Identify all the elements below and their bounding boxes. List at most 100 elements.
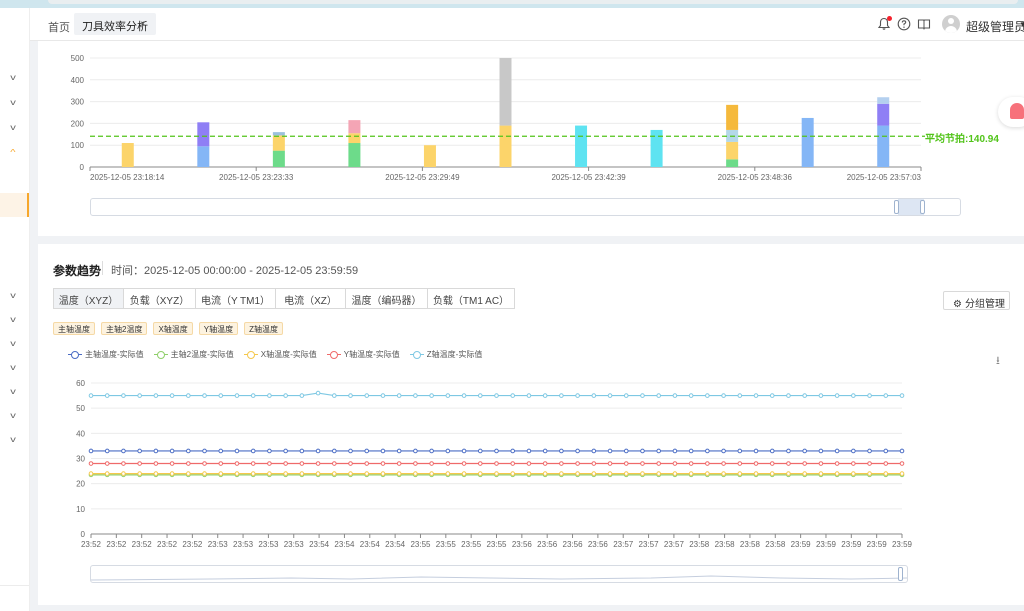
data-point bbox=[575, 471, 580, 476]
x-tick-label: 23:58 bbox=[740, 540, 761, 549]
zoom-handle-right[interactable] bbox=[898, 567, 903, 581]
data-point bbox=[413, 393, 418, 398]
data-point bbox=[202, 448, 207, 454]
data-point bbox=[104, 471, 110, 476]
data-point bbox=[818, 471, 824, 476]
book-icon[interactable] bbox=[917, 17, 931, 31]
data-point bbox=[299, 448, 305, 454]
chevron-up-icon[interactable]: ^ bbox=[10, 148, 15, 157]
chevron-down-icon[interactable]: v bbox=[10, 339, 16, 348]
chevron-down-icon[interactable]: v bbox=[10, 73, 16, 82]
caret-down-icon[interactable]: ▼ bbox=[1019, 20, 1024, 29]
avatar[interactable] bbox=[942, 15, 960, 33]
zoom-handle-right[interactable] bbox=[920, 200, 925, 214]
x-tick-label: 2025-12-05 23:29:49 bbox=[385, 173, 460, 182]
tab-home[interactable]: 首页 bbox=[48, 19, 70, 35]
chevron-down-icon[interactable]: v bbox=[10, 387, 16, 396]
chevron-down-icon[interactable]: v bbox=[10, 363, 16, 372]
bar-segment bbox=[272, 132, 285, 136]
data-point bbox=[867, 471, 872, 476]
data-point bbox=[688, 461, 694, 466]
chevron-down-icon[interactable]: v bbox=[10, 315, 16, 324]
data-point bbox=[656, 448, 662, 454]
y-tick-label: 200 bbox=[71, 119, 85, 128]
x-tick-label: 23:53 bbox=[284, 540, 305, 549]
data-point bbox=[559, 461, 564, 466]
data-point bbox=[575, 448, 580, 454]
data-point bbox=[542, 471, 548, 476]
data-point bbox=[445, 461, 451, 466]
data-point bbox=[380, 393, 386, 398]
data-point bbox=[267, 471, 272, 476]
data-point bbox=[818, 448, 824, 454]
data-point bbox=[834, 393, 840, 398]
data-point bbox=[169, 461, 175, 466]
data-point bbox=[656, 471, 662, 476]
data-point bbox=[218, 393, 224, 398]
sidebar-active-item[interactable] bbox=[0, 193, 29, 217]
x-tick-label: 23:55 bbox=[486, 540, 507, 549]
data-point bbox=[623, 471, 629, 476]
chevron-down-icon[interactable]: v bbox=[10, 435, 16, 444]
x-tick-label: 23:59 bbox=[816, 540, 837, 549]
data-point bbox=[753, 471, 759, 476]
x-tick-label: 23:54 bbox=[309, 540, 330, 549]
zoom-preview bbox=[91, 575, 907, 581]
data-point bbox=[737, 393, 743, 398]
data-point bbox=[186, 393, 191, 398]
data-point bbox=[737, 461, 743, 466]
data-point bbox=[88, 461, 94, 466]
chevron-down-icon[interactable]: v bbox=[10, 98, 16, 107]
username[interactable]: 超级管理员 bbox=[966, 18, 1024, 35]
x-tick-label: 23:55 bbox=[410, 540, 431, 549]
x-tick-label: 2025-12-05 23:18:14 bbox=[90, 173, 165, 182]
x-tick-label: 23:55 bbox=[461, 540, 482, 549]
zoom-handle-left[interactable] bbox=[894, 200, 899, 214]
data-point bbox=[721, 448, 726, 454]
bar-zoom-slider[interactable] bbox=[90, 198, 961, 216]
bar-segment bbox=[499, 58, 512, 126]
data-point bbox=[656, 461, 662, 466]
bar-segment bbox=[197, 122, 210, 147]
x-tick-label: 23:53 bbox=[208, 540, 229, 549]
data-point bbox=[445, 471, 451, 476]
bar-segment bbox=[877, 125, 890, 167]
data-point bbox=[883, 471, 889, 476]
data-point bbox=[461, 393, 467, 398]
data-point bbox=[153, 471, 159, 476]
sidebar: v v v ^ v v v v v v v bbox=[0, 8, 30, 611]
chevron-down-icon[interactable]: v bbox=[10, 123, 16, 132]
data-point bbox=[348, 393, 353, 398]
data-point bbox=[429, 471, 434, 476]
data-point bbox=[623, 448, 629, 454]
chevron-down-icon[interactable]: v bbox=[10, 411, 16, 420]
help-icon[interactable] bbox=[897, 17, 911, 31]
data-point bbox=[607, 471, 613, 476]
bar-segment bbox=[499, 125, 512, 167]
data-point bbox=[786, 393, 791, 398]
data-point bbox=[396, 393, 402, 398]
data-point bbox=[802, 448, 807, 454]
bar-segment bbox=[348, 133, 361, 144]
data-point bbox=[623, 461, 629, 466]
data-point bbox=[786, 448, 791, 454]
data-point bbox=[721, 393, 726, 398]
data-point bbox=[234, 393, 240, 398]
data-point bbox=[364, 461, 370, 466]
line-zoom-slider[interactable] bbox=[90, 565, 908, 583]
data-point bbox=[705, 393, 710, 398]
data-point bbox=[802, 393, 807, 398]
bar-segment bbox=[877, 97, 890, 104]
close-icon[interactable]: × bbox=[140, 19, 146, 30]
assistant-float-button[interactable] bbox=[998, 97, 1024, 127]
data-point bbox=[510, 393, 516, 398]
data-point bbox=[153, 448, 159, 454]
data-point bbox=[851, 448, 856, 454]
y-tick-label: 10 bbox=[76, 505, 85, 514]
data-point bbox=[315, 471, 321, 476]
data-point bbox=[267, 393, 272, 398]
y-tick-label: 0 bbox=[80, 163, 85, 172]
data-point bbox=[494, 393, 499, 398]
data-point bbox=[202, 461, 207, 466]
chevron-down-icon[interactable]: v bbox=[10, 291, 16, 300]
